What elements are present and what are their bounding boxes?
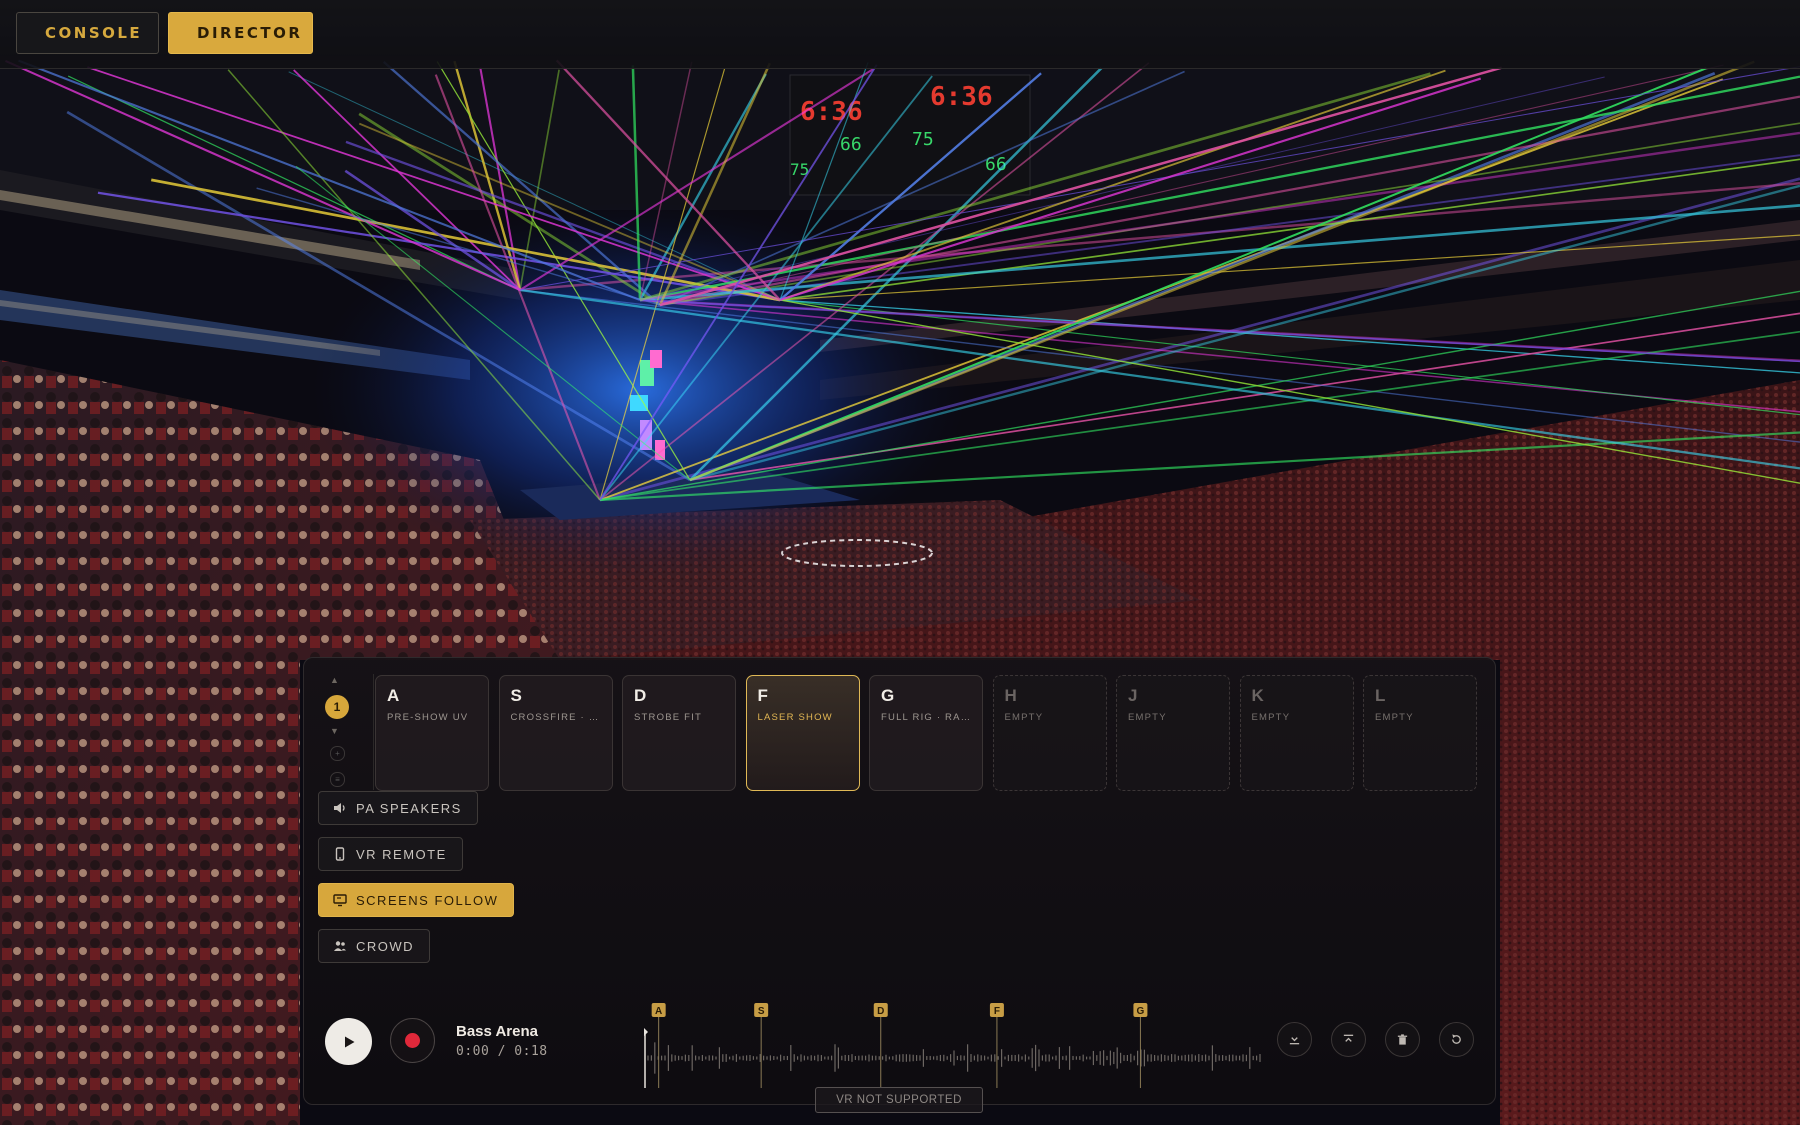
cue-pad-key: K bbox=[1251, 686, 1264, 705]
record-icon bbox=[405, 1033, 420, 1048]
play-button[interactable] bbox=[325, 1018, 372, 1065]
score-c: 75 bbox=[912, 129, 934, 150]
cue-pad-key: S bbox=[510, 686, 522, 705]
playhead-handle bbox=[644, 1028, 648, 1036]
pa-speakers-label: PA SPEAKERS bbox=[356, 800, 462, 816]
cue-pad-name: FULL RIG · RAI... bbox=[881, 712, 971, 723]
cue-marker-label: F bbox=[994, 1006, 1000, 1017]
pa-speakers-button[interactable]: PA SPEAKERS bbox=[318, 791, 478, 825]
cue-pad-l[interactable]: L EMPTY bbox=[1363, 675, 1477, 791]
screens-follow-button[interactable]: SCREENS FOLLOW bbox=[318, 883, 515, 917]
waveform-timeline[interactable]: ASDFG bbox=[640, 1000, 1265, 1090]
director-tab-button[interactable]: DIRECTOR bbox=[168, 12, 313, 54]
waveform-bars bbox=[647, 1042, 1261, 1074]
download-icon bbox=[1289, 1037, 1300, 1045]
cue-pad-name: STROBE FIT bbox=[634, 712, 702, 723]
cue-marker-label: D bbox=[877, 1006, 884, 1017]
upload-icon bbox=[1343, 1034, 1354, 1042]
cue-marker-label: S bbox=[758, 1006, 765, 1017]
people-icon bbox=[334, 941, 346, 951]
track-title: Bass Arena bbox=[456, 1023, 538, 1040]
cue-pad-key: L bbox=[1375, 686, 1386, 705]
cue-marker-label: G bbox=[1137, 1006, 1145, 1017]
cue-pad-key: F bbox=[757, 686, 768, 705]
cue-pad-d[interactable]: D STROBE FIT bbox=[622, 675, 736, 791]
cue-pad-f[interactable]: F LASER SHOW bbox=[745, 675, 860, 791]
cue-pad-name: PRE-SHOW UV bbox=[387, 712, 469, 723]
crowd-button[interactable]: CROWD bbox=[318, 929, 431, 963]
bank-down-arrow[interactable]: ▼ bbox=[330, 726, 339, 736]
cue-pad-name: EMPTY bbox=[1375, 712, 1414, 723]
cue-pad-key: H bbox=[1004, 686, 1017, 705]
delete-button[interactable] bbox=[1385, 1022, 1420, 1057]
cue-pad-name: EMPTY bbox=[1004, 712, 1044, 723]
cue-pad-name: EMPTY bbox=[1251, 712, 1291, 723]
record-button[interactable] bbox=[390, 1018, 435, 1063]
cue-pad-s[interactable]: S CROSSFIRE · F... bbox=[498, 675, 613, 791]
top-bar: CONSOLE DIRECTOR bbox=[0, 0, 1800, 69]
crowd-label: CROWD bbox=[356, 938, 415, 954]
track-time: 0:00 / 0:18 bbox=[456, 1044, 548, 1059]
vr-remote-button[interactable]: VR REMOTE bbox=[318, 837, 463, 871]
cue-pad-g[interactable]: G FULL RIG · RAI... bbox=[869, 675, 983, 791]
cue-pad-a[interactable]: A PRE-SHOW UV bbox=[375, 675, 489, 791]
cue-pad-h[interactable]: H EMPTY bbox=[992, 675, 1107, 791]
bank-number-badge[interactable]: 1 bbox=[325, 695, 349, 719]
cue-marker-d[interactable]: D bbox=[873, 1003, 888, 1088]
cue-pad-key: G bbox=[881, 686, 895, 705]
reset-button[interactable] bbox=[1439, 1022, 1474, 1057]
cue-pad-name: EMPTY bbox=[1128, 712, 1167, 723]
cue-marker-s[interactable]: S bbox=[754, 1003, 769, 1088]
vr-status-badge: VR NOT SUPPORTED bbox=[815, 1087, 983, 1113]
cue-marker-label: A bbox=[655, 1006, 662, 1017]
screens-follow-label: SCREENS FOLLOW bbox=[356, 892, 499, 908]
monitor-icon bbox=[333, 894, 347, 907]
cue-pad-name: LASER SHOW bbox=[757, 712, 833, 723]
cue-pad-j[interactable]: J EMPTY bbox=[1116, 675, 1230, 791]
cue-marker-g[interactable]: G bbox=[1133, 1003, 1148, 1088]
play-icon bbox=[344, 1036, 354, 1047]
console-tab-label: CONSOLE bbox=[45, 24, 143, 42]
cue-pad-key: D bbox=[634, 686, 647, 705]
director-tab-label: DIRECTOR bbox=[197, 24, 303, 42]
score-b: 66 bbox=[840, 134, 862, 155]
bank-up-arrow[interactable]: ▲ bbox=[330, 675, 339, 685]
download-button[interactable] bbox=[1277, 1022, 1312, 1057]
console-tab-button[interactable]: CONSOLE bbox=[16, 12, 159, 54]
cue-pad-name: CROSSFIRE · F... bbox=[510, 712, 601, 723]
vr-remote-label: VR REMOTE bbox=[356, 846, 447, 862]
bank-divider bbox=[373, 674, 374, 790]
cue-pad-k[interactable]: K EMPTY bbox=[1239, 675, 1354, 791]
cue-markers: ASDFG bbox=[651, 1003, 1148, 1088]
add-bank-button[interactable]: + bbox=[330, 746, 345, 761]
director-panel: ▲ 1 ▼ + ≡ PA SPEAKERS VR REMOTE SCREENS … bbox=[303, 657, 1496, 1105]
scoreboard-time-right: 6:36 bbox=[930, 82, 993, 112]
cue-pad-key: A bbox=[387, 686, 400, 705]
upload-button[interactable] bbox=[1331, 1022, 1366, 1057]
speaker-icon bbox=[334, 803, 345, 813]
phone-icon bbox=[335, 847, 345, 861]
reset-icon bbox=[1452, 1034, 1461, 1044]
cue-marker-a[interactable]: A bbox=[651, 1003, 666, 1088]
cue-marker-f[interactable]: F bbox=[989, 1003, 1004, 1088]
trash-icon bbox=[1397, 1034, 1408, 1045]
cue-pad-key: J bbox=[1128, 686, 1138, 705]
bank-menu-button[interactable]: ≡ bbox=[330, 772, 345, 787]
